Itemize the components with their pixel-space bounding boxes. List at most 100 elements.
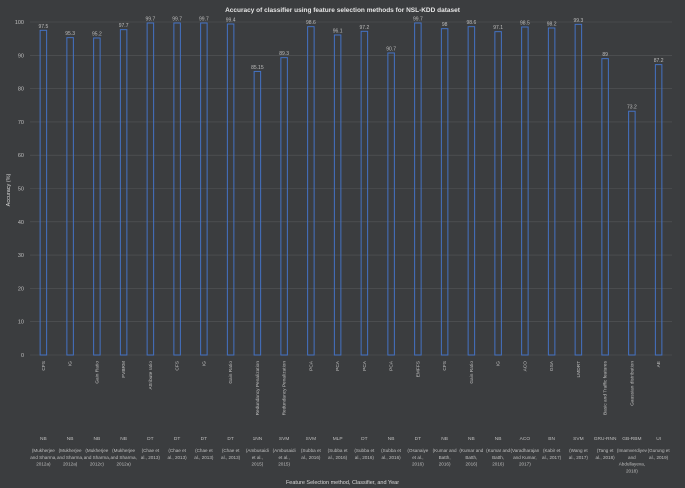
x-tick-reference: (Chae et	[142, 448, 160, 453]
bar	[146, 22, 155, 356]
x-tick-classifier: SVM	[279, 436, 289, 442]
x-tick-classifier: UI	[656, 436, 661, 442]
bar	[628, 110, 636, 356]
x-tick-method: IG	[201, 361, 207, 366]
x-tick-method: Gaussian distribution	[629, 361, 635, 406]
bar	[93, 37, 101, 356]
x-tick-reference: Batth,	[439, 455, 451, 460]
data-label: 99.7	[172, 16, 182, 22]
bar	[39, 29, 48, 356]
x-tick-reference: et al.,	[252, 455, 263, 460]
y-tick-label: 20	[18, 286, 24, 292]
x-tick-reference: al., 2013)	[194, 455, 214, 460]
x-tick-reference: Batth,	[465, 455, 477, 460]
x-tick-method: Redundancy Penalization	[255, 361, 261, 416]
x-tick-classifier: DT	[361, 436, 367, 442]
x-tick-classifier: DT	[201, 436, 207, 442]
bar	[119, 29, 128, 356]
x-tick-reference: (Mukherjee	[85, 448, 108, 453]
x-tick-classifier: SVM	[573, 436, 583, 442]
x-tick-method: Redundancy Penalization	[282, 361, 288, 416]
x-tick-method: LMDRT	[576, 361, 582, 378]
x-tick-reference: 2016)	[492, 462, 504, 467]
x-tick-classifier: MLP	[333, 436, 343, 442]
x-tick-reference: 2018)	[626, 468, 638, 473]
y-tick-label: 0	[21, 353, 24, 359]
x-tick-reference: 2017)	[519, 462, 531, 467]
x-tick-reference: (Imamverdiyev	[617, 448, 648, 453]
x-tick-classifier: SVM	[306, 436, 316, 442]
x-tick-method: EMFFS	[415, 361, 421, 377]
y-tick-label: 90	[18, 53, 24, 59]
x-tick-reference: (Ambusaidi	[246, 448, 269, 453]
x-tick-method: PCA	[362, 360, 368, 371]
x-tick-method: PCA	[308, 360, 314, 371]
x-tick-method: CFS	[175, 361, 181, 371]
x-tick-method: Gain Ratio	[228, 361, 234, 384]
y-tick-label: 100	[15, 20, 24, 26]
x-tick-method: IG	[68, 361, 74, 366]
x-tick-method: GSA	[549, 360, 555, 371]
bar	[66, 37, 74, 356]
x-tick-reference: 2012c)	[90, 462, 105, 467]
x-tick-classifier: DT	[227, 436, 233, 442]
x-tick-classifier: NB	[441, 436, 448, 442]
x-tick-reference: (Subba et	[301, 448, 322, 453]
x-tick-reference: 2016)	[412, 462, 424, 467]
chart-container: Accuracy of classifier using feature sel…	[0, 0, 685, 488]
x-tick-method: PCA	[335, 360, 341, 371]
bar	[654, 64, 663, 356]
x-tick-reference: and Sharma,	[110, 455, 136, 460]
data-label: 95.2	[92, 31, 102, 37]
y-axis-label: Accuracy (%)	[6, 173, 12, 206]
data-label: 96.1	[333, 28, 343, 34]
x-tick-reference: (Tang et	[597, 448, 614, 453]
y-tick-label: 60	[18, 153, 24, 159]
x-tick-reference: al., 2013)	[168, 455, 188, 460]
x-tick-reference: et al.,	[412, 455, 423, 460]
bar	[574, 23, 583, 356]
data-label: 98.6	[306, 20, 316, 26]
data-label: 89	[602, 52, 608, 58]
chart-title: Accuracy of classifier using feature sel…	[225, 7, 461, 14]
x-tick-reference: 2015)	[252, 462, 264, 467]
data-label: 97.2	[360, 25, 370, 31]
x-tick-classifier: DT	[147, 436, 153, 442]
gridlines	[30, 21, 672, 356]
bar	[360, 30, 369, 356]
x-tick-classifier: DT	[415, 436, 421, 442]
y-tick-label: 50	[18, 187, 24, 193]
x-axis-labels: CFSNB(Mukherjeeand Sharma,2012a)IGNB(Muk…	[30, 360, 670, 473]
data-label: 73.2	[627, 105, 637, 111]
x-tick-classifier: NB	[94, 436, 101, 442]
x-tick-reference: (Subba et	[328, 448, 349, 453]
bar	[200, 22, 208, 356]
bar	[333, 34, 342, 356]
x-tick-reference: al., 2016)	[382, 455, 402, 460]
x-tick-method: Attribute ratio	[148, 361, 154, 390]
data-label: 90.7	[386, 46, 396, 52]
x-tick-method: Basic and Traffic features	[603, 360, 609, 415]
bar	[521, 26, 529, 356]
x-tick-reference: (Subba et	[354, 448, 375, 453]
bar	[307, 26, 315, 356]
x-tick-reference: (Wang et	[569, 448, 588, 453]
x-tick-method: AE	[656, 361, 662, 367]
data-label: 97.5	[39, 24, 49, 30]
x-tick-reference: (Subba et	[381, 448, 402, 453]
x-tick-reference: 2012a)	[63, 462, 78, 467]
x-tick-method: ACO	[522, 361, 528, 372]
bar	[601, 58, 609, 356]
data-label: 89.3	[279, 51, 289, 57]
x-tick-reference: (Ambusaidi	[273, 448, 296, 453]
x-tick-reference: (Mukherjee	[112, 448, 135, 453]
x-tick-reference: 2015)	[278, 462, 290, 467]
x-tick-reference: (Chae et	[195, 448, 213, 453]
x-tick-reference: al., 2013)	[141, 455, 161, 460]
x-tick-reference: (Kumar and	[486, 448, 510, 453]
x-tick-reference: 2016)	[439, 462, 451, 467]
y-axis-ticks: 0 10 20 30 40 50 60 70 80 90 100	[15, 20, 24, 359]
data-label: 99.7	[413, 16, 423, 22]
x-tick-classifier: NB	[468, 436, 475, 442]
x-tick-reference: (Osanaiye	[407, 448, 428, 453]
